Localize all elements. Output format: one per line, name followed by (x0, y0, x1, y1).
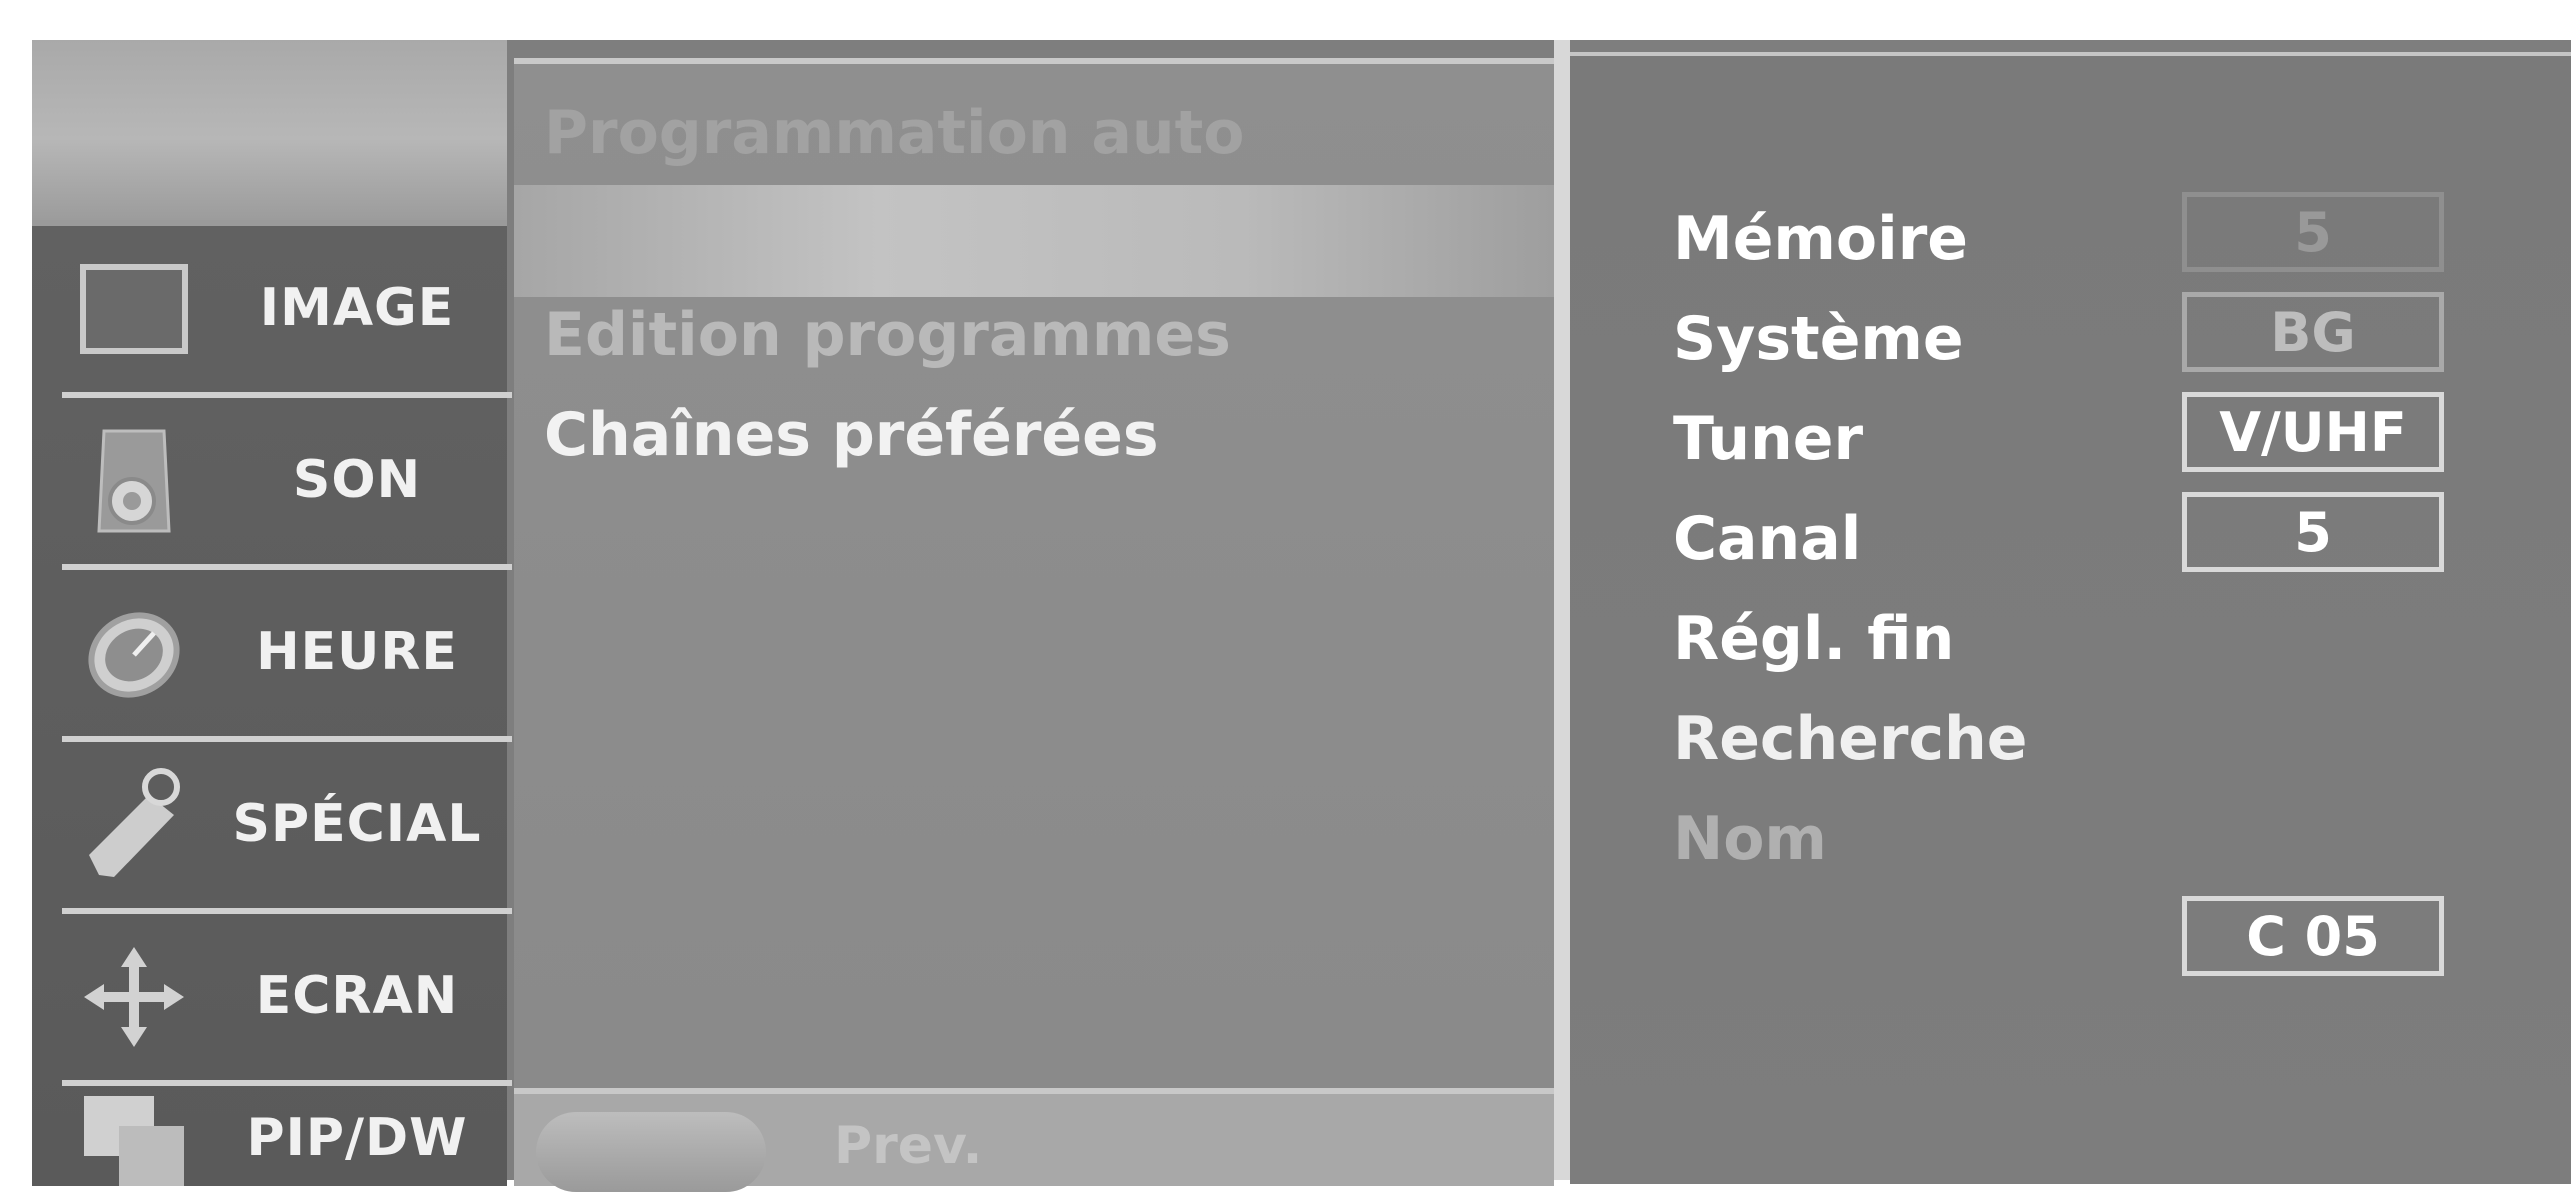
category-label: SPÉCIAL (232, 794, 482, 854)
setting-label-nom[interactable]: Nom (1673, 804, 1827, 874)
tag-icon (74, 765, 194, 885)
category-item-pip[interactable]: PIP/DW (32, 1086, 507, 1186)
submenu-selection-highlight[interactable] (514, 185, 1554, 297)
systeme-value-field[interactable]: BG (2182, 292, 2444, 372)
image-icon (74, 249, 194, 369)
panel-separator (1554, 40, 1570, 1180)
setting-label-tuner: Tuner (1673, 404, 1864, 474)
setting-label-canal: Canal (1673, 504, 1862, 574)
settings-panel: Mémoire 5 Système BG Tuner V/UHF Canal 5… (1570, 52, 2571, 1184)
channel-name-field[interactable]: C 05 (2182, 896, 2444, 976)
category-label: PIP/DW (246, 1108, 468, 1168)
top-banner (32, 40, 507, 220)
category-item-ecran[interactable]: ECRAN (32, 914, 507, 1080)
category-item-son[interactable]: SON (32, 398, 507, 564)
category-label: SON (292, 450, 422, 510)
speaker-icon (74, 421, 194, 541)
prev-button[interactable] (536, 1112, 766, 1192)
move-arrows-icon (74, 937, 194, 1057)
category-item-heure[interactable]: HEURE (32, 570, 507, 736)
submenu-item-chaines-preferees[interactable]: Chaînes préférées (544, 400, 1159, 470)
category-label: HEURE (256, 622, 458, 682)
submenu-item-programmation-auto[interactable]: Programmation auto (544, 98, 1245, 168)
memoire-value-field[interactable]: 5 (2182, 192, 2444, 272)
setting-label-memoire: Mémoire (1673, 204, 1968, 274)
category-menu: IMAGE SON HEURE SPÉCIAL ECRAN PIP/DW (32, 220, 512, 1186)
pip-icon (74, 1086, 194, 1186)
clock-icon (74, 593, 194, 713)
tuner-value-field[interactable]: V/UHF (2182, 392, 2444, 472)
submenu-item-edition-programmes[interactable]: Edition programmes (544, 300, 1231, 370)
category-item-image[interactable]: IMAGE (32, 226, 507, 392)
setting-label-systeme: Système (1673, 304, 1964, 374)
prev-label: Prev. (834, 1116, 983, 1176)
category-item-special[interactable]: SPÉCIAL (32, 742, 507, 908)
canal-value-field[interactable]: 5 (2182, 492, 2444, 572)
setting-label-recherche[interactable]: Recherche (1673, 704, 2027, 774)
submenu-footer: Prev. (514, 1088, 1554, 1192)
category-label: IMAGE (259, 278, 455, 338)
category-label: ECRAN (255, 966, 459, 1026)
setting-label-regl-fin[interactable]: Régl. fin (1673, 604, 1954, 674)
